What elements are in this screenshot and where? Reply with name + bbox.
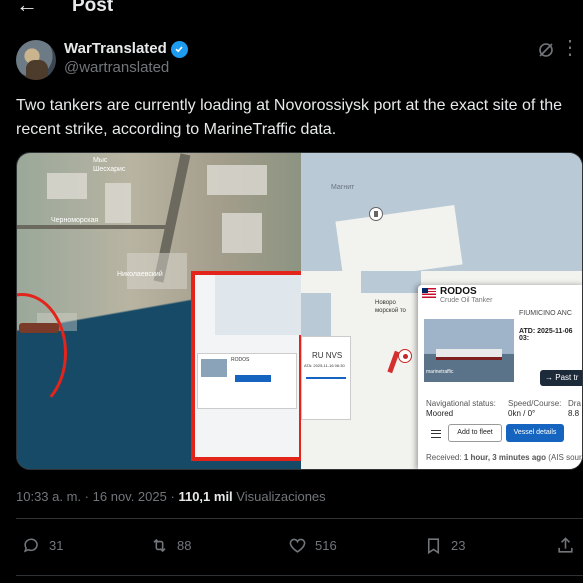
divider-bottom (16, 575, 583, 576)
bookmark-button[interactable]: 23 (424, 536, 465, 555)
views-label: Visualizaciones (236, 489, 326, 504)
nav-status-label: Navigational status: (426, 399, 496, 408)
post-date[interactable]: 16 nov. 2025 (93, 489, 167, 504)
reply-button[interactable]: 31 (22, 536, 63, 555)
divider (16, 518, 583, 519)
like-button[interactable]: 516 (288, 536, 337, 555)
map-label-port: Новоро морской то (375, 300, 406, 314)
verified-badge-icon (170, 40, 188, 58)
more-options-icon[interactable]: ⋮ (560, 38, 580, 58)
map-minicard: RU NVS ATA: 2025-11-16 06:30 (301, 336, 351, 420)
avatar[interactable] (16, 40, 56, 80)
vessel-atd: ATD: 2025-11-06 03: (519, 328, 573, 342)
share-icon (558, 537, 573, 553)
grok-icon[interactable] (536, 40, 556, 60)
reply-icon (23, 538, 38, 553)
add-to-fleet-button[interactable]: Add to fleet (448, 424, 502, 442)
draught-value: 8.8 (568, 409, 580, 418)
author-handle[interactable]: @wartranslated (64, 58, 188, 78)
heart-icon (289, 538, 306, 553)
map-poi-icon[interactable] (369, 207, 383, 221)
author-block: WarTranslated @wartranslated (64, 40, 188, 78)
past-track-button[interactable]: → Past tr (540, 370, 582, 386)
satellite-image: Мыс Шесхарис Черноморская Николаевский R… (17, 153, 305, 469)
sat-label-cape: Мыс (93, 157, 108, 164)
author-name[interactable]: WarTranslated (64, 40, 167, 58)
like-count: 516 (315, 538, 337, 553)
bookmark-count: 23 (451, 538, 466, 553)
vessel-card: RODOS Crude Oil Tanker FIUMICINO ANC ATD… (418, 285, 582, 469)
draught-label: Dra (568, 399, 581, 408)
repost-count: 88 (177, 538, 192, 553)
repost-button[interactable]: 88 (150, 536, 191, 555)
received-info: Received: 1 hour, 3 minutes ago (AIS sou… (426, 453, 582, 462)
vessel-name: RODOS (440, 286, 477, 297)
reply-count: 31 (49, 538, 64, 553)
nav-status-value: Moored (426, 409, 454, 418)
inset-card-name: RODOS (231, 357, 250, 363)
map-label-sea: Магнит (331, 184, 355, 191)
speed-label: Speed/Course: (508, 399, 562, 408)
sat-label-nikolaevsky: Николаевский (117, 271, 163, 278)
tanker-mark (19, 323, 59, 333)
post-time[interactable]: 10:33 a. m. (16, 489, 81, 504)
map-poi-icon-alert[interactable] (398, 349, 412, 363)
vessel-details-button[interactable]: Vessel details (506, 424, 564, 442)
repost-icon (153, 538, 166, 553)
post-header: ← Post (0, 0, 583, 22)
menu-icon[interactable] (431, 430, 441, 438)
speed-value: 0kn / 0° (508, 409, 536, 418)
vessel-destination: FIUMICINO ANC (519, 310, 572, 317)
vessel-type: Crude Oil Tanker (440, 297, 493, 304)
post-media[interactable]: Мыс Шесхарис Черноморская Николаевский R… (16, 152, 583, 470)
views-count: 110,1 mil (178, 489, 233, 504)
arrow-left-icon[interactable]: ← (16, 0, 38, 16)
bookmark-icon (427, 538, 440, 555)
action-bar: 31 88 516 23 (0, 536, 583, 562)
post-text: Two tankers are currently loading at Nov… (16, 97, 563, 138)
flag-icon (422, 288, 436, 298)
sat-label-chernomorskaya: Черноморская (51, 217, 99, 224)
inset-map-highlight: RODOS (191, 271, 305, 461)
photo-credit: marinetraffic (426, 369, 454, 375)
sat-label-sheskharis: Шесхарис (93, 166, 126, 173)
page-title: Post (72, 0, 114, 16)
post-meta: 10:33 a. m. · 16 nov. 2025 · 110,1 mil V… (16, 489, 326, 504)
share-button[interactable] (556, 536, 575, 555)
red-arc-marker (17, 293, 67, 413)
